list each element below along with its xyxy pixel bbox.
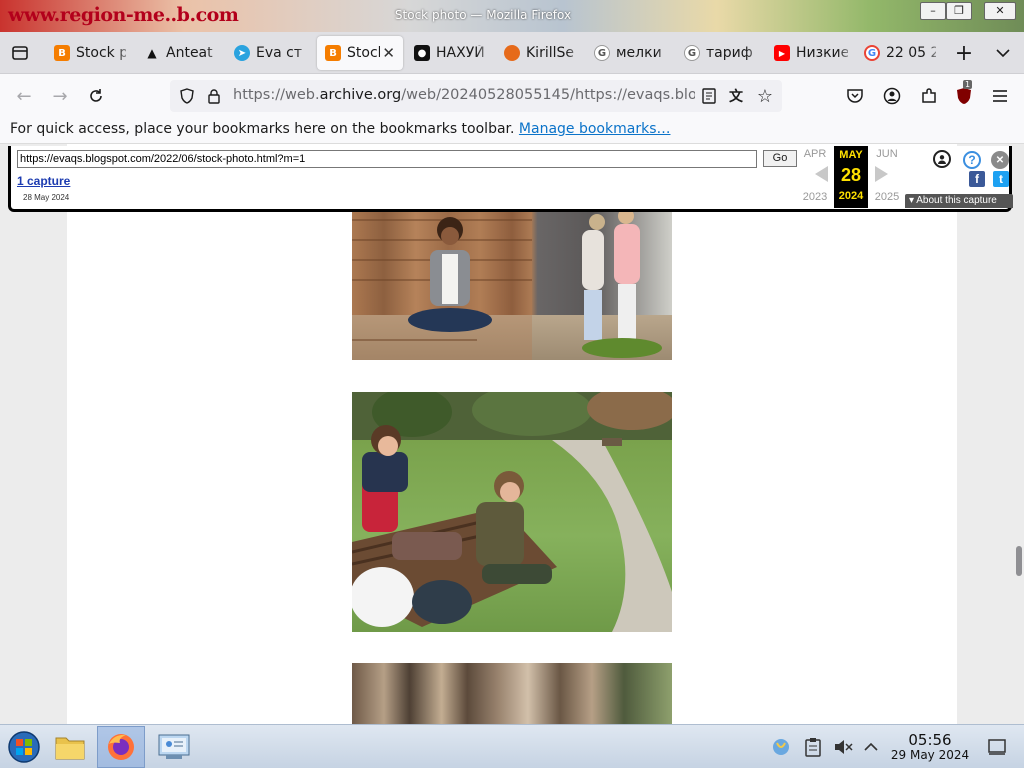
bookmarks-toolbar: For quick access, place your bookmarks h… bbox=[0, 117, 1024, 144]
file-manager-icon[interactable] bbox=[46, 726, 94, 768]
photo-children-on-park-bench bbox=[352, 392, 672, 632]
tracking-shield-icon[interactable] bbox=[174, 83, 200, 109]
current-capture-date: MAY 28 2024 bbox=[834, 146, 868, 208]
tab-label: мелки bbox=[616, 45, 662, 61]
forward-icon[interactable]: → bbox=[47, 83, 73, 109]
blogger-icon: B bbox=[54, 45, 70, 61]
lock-icon[interactable] bbox=[201, 83, 227, 109]
tab-stock-photo-active[interactable]: B Stock ✕ bbox=[317, 36, 403, 70]
show-desktop-icon[interactable] bbox=[974, 726, 1020, 768]
tab-nakhui[interactable]: ● НАХУЙ bbox=[406, 36, 494, 70]
next-month-label[interactable]: JUN bbox=[871, 148, 903, 160]
prev-capture-arrow-icon[interactable] bbox=[815, 166, 828, 182]
extension-badge: 1 bbox=[963, 80, 973, 89]
google-color-icon: G bbox=[864, 45, 880, 61]
youtube-icon: ▶ bbox=[774, 45, 790, 61]
tab-strip: B Stock p ▲ Anteat ➤ Eva ст B Stock ✕ ● … bbox=[0, 32, 1024, 74]
tab-overview-icon[interactable] bbox=[7, 40, 33, 66]
new-tab-icon[interactable]: + bbox=[951, 40, 977, 66]
tab-tarif[interactable]: G тариф bbox=[676, 36, 764, 70]
bird-icon: ▲ bbox=[147, 46, 157, 60]
clock-date[interactable]: 29 May 2024 bbox=[880, 748, 980, 762]
tab-kirillse[interactable]: KirillSe bbox=[496, 36, 584, 70]
about-this-capture-button[interactable]: ▾ About this capture bbox=[905, 194, 1013, 208]
about-capture-label: About this capture bbox=[916, 195, 997, 206]
scrollbar-thumb[interactable] bbox=[1016, 546, 1022, 576]
ball-icon bbox=[504, 45, 520, 61]
prev-year-label[interactable]: 2023 bbox=[799, 191, 831, 203]
wayback-go-button[interactable]: Go bbox=[763, 150, 797, 167]
back-icon[interactable]: ← bbox=[11, 83, 37, 109]
wayback-help-icon[interactable]: ? bbox=[963, 151, 981, 169]
restore-button[interactable]: ❐ bbox=[946, 2, 972, 20]
window-titlebar: www.region-me..b.com Stock photo — Mozil… bbox=[0, 0, 1024, 32]
wayback-close-icon[interactable]: ✕ bbox=[991, 151, 1009, 169]
twitter-share-icon[interactable]: t bbox=[993, 171, 1009, 187]
menu-hamburger-icon[interactable] bbox=[987, 83, 1013, 109]
tab-anteat[interactable]: ▲ Anteat bbox=[136, 36, 224, 70]
url-bar[interactable]: https://web.archive.org/web/202405280551… bbox=[170, 80, 782, 112]
telegram-icon: ➤ bbox=[234, 45, 250, 61]
photo-boy-on-bench bbox=[352, 210, 672, 360]
tab-nizkie[interactable]: ▶ Низкие bbox=[766, 36, 856, 70]
capture-date: 28 May 2024 bbox=[23, 193, 70, 202]
facebook-share-icon[interactable]: f bbox=[969, 171, 985, 187]
minimize-button[interactable]: – bbox=[920, 2, 946, 20]
close-window-button[interactable]: ✕ bbox=[984, 2, 1016, 20]
google-icon: G bbox=[594, 45, 610, 61]
list-all-tabs-icon[interactable] bbox=[990, 40, 1016, 66]
taskbar: 05:56 29 May 2024 bbox=[0, 724, 1024, 768]
captures-link[interactable]: 1 capture bbox=[17, 174, 70, 188]
translate-icon[interactable]: 文 bbox=[723, 83, 749, 109]
photo-forest-trees bbox=[352, 663, 672, 724]
tab-melki[interactable]: G мелки bbox=[586, 36, 674, 70]
clock-time[interactable]: 05:56 bbox=[880, 731, 980, 749]
reader-view-icon[interactable] bbox=[696, 83, 722, 109]
wayback-user-icon[interactable] bbox=[933, 150, 951, 168]
reload-icon[interactable] bbox=[83, 83, 109, 109]
tiktok-icon: ● bbox=[414, 45, 430, 61]
current-month-label: MAY bbox=[839, 149, 863, 161]
pocket-icon[interactable] bbox=[842, 83, 868, 109]
navigation-toolbar: ← → https://web.archive.org/web/20240528… bbox=[0, 74, 1024, 117]
ublock-extension-icon[interactable]: 1 bbox=[951, 80, 977, 109]
current-year-label: 2024 bbox=[838, 190, 864, 202]
account-icon[interactable] bbox=[879, 83, 905, 109]
next-capture-arrow-icon[interactable] bbox=[875, 166, 888, 182]
tab-label: Stock bbox=[347, 45, 380, 61]
blogger-icon: B bbox=[325, 45, 341, 61]
tab-22-05[interactable]: G 22 05 2 bbox=[856, 36, 944, 70]
wayback-url-input[interactable]: https://evaqs.blogspot.com/2022/06/stock… bbox=[17, 150, 757, 168]
page-viewport bbox=[0, 144, 1024, 724]
bookmark-star-icon[interactable]: ☆ bbox=[752, 83, 778, 109]
start-orb-icon[interactable] bbox=[0, 726, 48, 768]
window-title: Stock photo — Mozilla Firefox bbox=[394, 8, 572, 22]
manage-bookmarks-link[interactable]: Manage bookmarks… bbox=[519, 121, 671, 137]
extensions-puzzle-icon[interactable] bbox=[916, 83, 942, 109]
page-scrollbar[interactable] bbox=[1013, 144, 1024, 724]
wayback-toolbar: https://evaqs.blogspot.com/2022/06/stock… bbox=[8, 146, 1013, 212]
bookmarks-hint-text: For quick access, place your bookmarks h… bbox=[10, 121, 515, 137]
control-panel-icon[interactable] bbox=[150, 726, 198, 768]
prev-month-label[interactable]: APR bbox=[799, 148, 831, 160]
url-text[interactable]: https://web.archive.org/web/202405280551… bbox=[233, 87, 695, 103]
tab-stock-photo-1[interactable]: B Stock p bbox=[46, 36, 134, 70]
close-tab-icon[interactable]: ✕ bbox=[382, 44, 395, 62]
current-day-label: 28 bbox=[840, 165, 862, 185]
tab-eva[interactable]: ➤ Eva ст bbox=[226, 36, 314, 70]
firefox-icon[interactable] bbox=[97, 726, 145, 768]
google-icon: G bbox=[684, 45, 700, 61]
next-year-label[interactable]: 2025 bbox=[871, 191, 903, 203]
